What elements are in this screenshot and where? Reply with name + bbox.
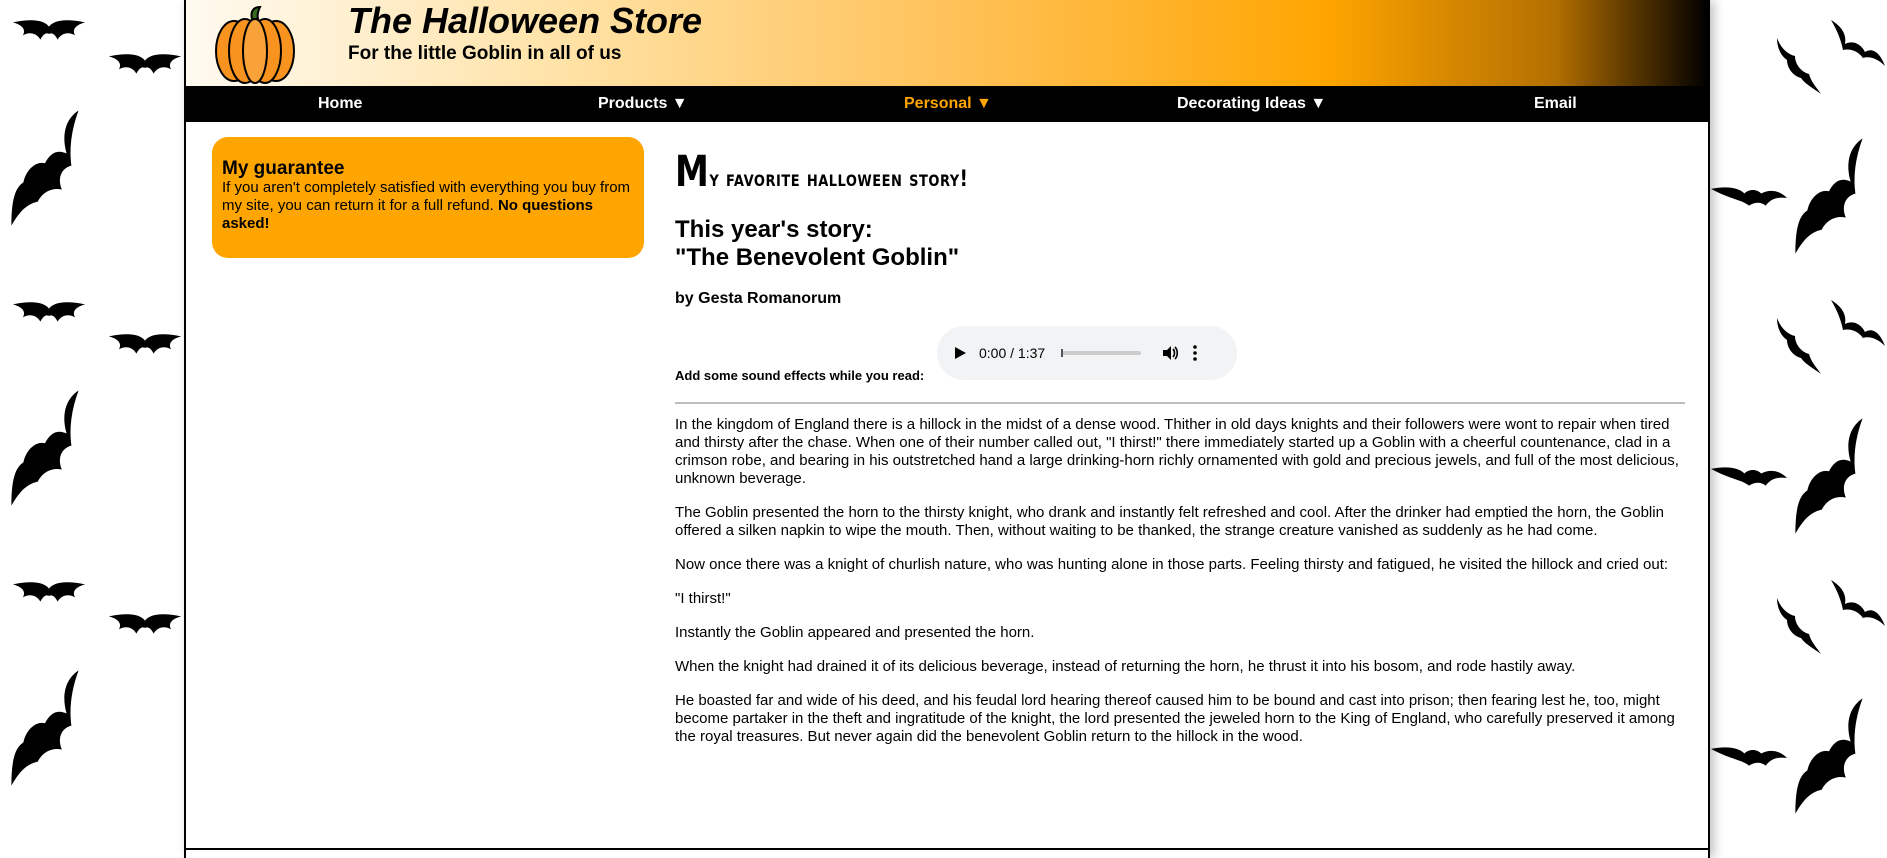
volume-icon[interactable] (1161, 344, 1179, 362)
story-title-line2: "The Benevolent Goblin" (675, 244, 960, 271)
bat-icon (1711, 187, 1787, 206)
sound-effects-label: Add some sound effects while you read: (675, 368, 925, 383)
nav-decorating-ideas[interactable]: Decorating Ideas ▼ (1177, 95, 1326, 113)
bat-wallpaper-right (1697, 0, 1887, 858)
nav-products[interactable]: Products ▼ (598, 95, 688, 113)
nav-email[interactable]: Email (1534, 95, 1577, 113)
story-paragraph: Now once there was a knight of churlish … (675, 556, 1669, 573)
page-container: The Halloween Store For the little Gobli… (184, 0, 1710, 858)
footer-divider (186, 848, 1708, 850)
story-text: In the kingdom of England there is a hil… (675, 416, 1685, 746)
guarantee-box: My guarantee If you aren't completely sa… (212, 137, 644, 258)
play-icon[interactable] (953, 346, 967, 360)
story-paragraph: Instantly the Goblin appeared and presen… (675, 624, 1035, 641)
bat-icon (108, 614, 182, 634)
audio-player[interactable]: 0:00 / 1:37 (937, 326, 1237, 380)
more-options-icon[interactable] (1193, 344, 1197, 362)
bat-icon (1777, 598, 1821, 654)
bat-icon (1795, 698, 1863, 814)
bat-icon (1795, 138, 1863, 254)
story-paragraph: The Goblin presented the horn to the thi… (675, 504, 1664, 539)
nav-home[interactable]: Home (318, 95, 362, 113)
divider (675, 402, 1685, 404)
bat-icon (11, 390, 79, 506)
bat-icon (1795, 418, 1863, 534)
story-heading-initial: M (675, 147, 710, 197)
bat-icon (108, 334, 182, 354)
bat-icon (11, 110, 79, 226)
story-paragraph: He boasted far and wide of his deed, and… (675, 692, 1675, 745)
audio-progress-slider[interactable] (1061, 349, 1142, 357)
audio-progress-knob[interactable] (1061, 349, 1064, 357)
bat-icon (108, 54, 182, 74)
audio-time: 0:00 / 1:37 (979, 345, 1046, 361)
story-heading: My favorite halloween story! (675, 151, 1685, 194)
pumpkin-icon[interactable] (212, 5, 298, 85)
guarantee-heading: My guarantee (222, 158, 345, 179)
story-paragraph: When the knight had drained it of its de… (675, 658, 1576, 675)
sound-effects-row: Add some sound effects while you read: 0… (675, 326, 1685, 388)
bat-icon (1831, 300, 1885, 346)
story-paragraph: "I thirst!" (675, 590, 731, 607)
story-byline: by Gesta Romanorum (675, 290, 842, 307)
bat-icon (1777, 38, 1821, 94)
story-content: My favorite halloween story! This year's… (675, 151, 1685, 762)
bat-icon (1711, 747, 1787, 766)
bat-icon (1831, 580, 1885, 626)
main-nav: Home Products ▼ Personal ▼ Decorating Id… (186, 86, 1708, 122)
bat-icon (12, 582, 86, 602)
story-title-line1: This year's story: (675, 216, 873, 243)
story-paragraph: In the kingdom of England there is a hil… (675, 416, 1679, 487)
story-heading-rest: y favorite halloween story! (709, 165, 969, 192)
bat-icon (12, 302, 86, 322)
guarantee-text: If you aren't completely satisfied with … (222, 179, 634, 233)
bat-icon (11, 670, 79, 786)
bat-icon (1777, 318, 1821, 374)
bat-icon (12, 20, 86, 40)
site-title: The Halloween Store (348, 0, 703, 41)
story-title: This year's story: "The Benevolent Gobli… (675, 216, 1685, 272)
bat-wallpaper-left (0, 0, 190, 858)
nav-personal[interactable]: Personal ▼ (904, 95, 992, 113)
bat-icon (1831, 20, 1885, 66)
bat-icon (1711, 467, 1787, 486)
site-tagline: For the little Goblin in all of us (348, 43, 622, 64)
site-header: The Halloween Store For the little Gobli… (186, 0, 1708, 86)
